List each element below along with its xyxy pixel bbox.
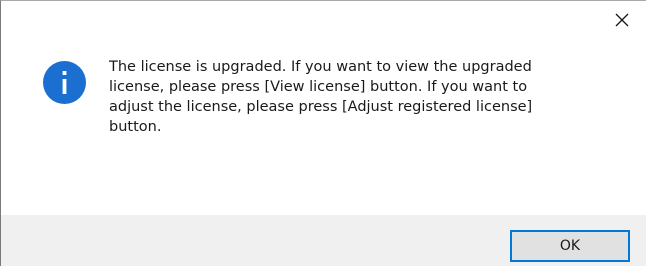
dialog-message: The license is upgraded. If you want to … xyxy=(109,59,533,135)
message-dialog: The license is upgraded. If you want to … xyxy=(0,0,646,266)
title-bar xyxy=(1,1,646,39)
ok-button[interactable]: OK xyxy=(510,230,630,262)
close-icon xyxy=(615,13,629,27)
info-icon xyxy=(43,61,86,104)
ok-button-label: OK xyxy=(559,238,581,254)
close-button[interactable] xyxy=(604,5,640,35)
